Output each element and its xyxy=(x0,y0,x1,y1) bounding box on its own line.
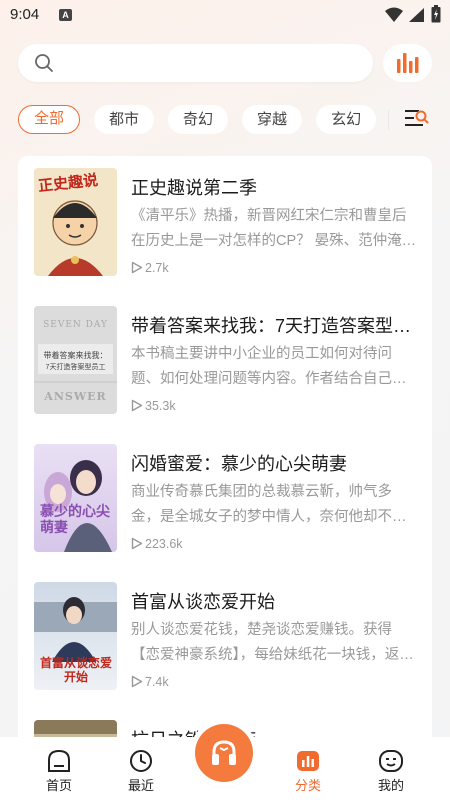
play-count: 2.7k xyxy=(131,261,169,275)
book-cover: 慕少的心尖萌妻 xyxy=(34,444,117,552)
divider xyxy=(388,110,389,130)
cover-text-top: SEVEN DAY xyxy=(43,320,108,330)
clock-icon xyxy=(130,750,152,772)
nav-recent-label: 最近 xyxy=(127,778,154,793)
play-count: 35.3k xyxy=(131,399,176,413)
nav-home-label: 首页 xyxy=(45,778,72,793)
ranking-icon xyxy=(397,53,419,73)
play-icon xyxy=(131,399,143,412)
book-title: 首富从谈恋爱开始 xyxy=(131,592,275,612)
profile-icon xyxy=(379,750,403,772)
chip-fantasy[interactable]: 奇幻 xyxy=(168,105,229,134)
notification-icon: A xyxy=(59,9,72,21)
signal-icon xyxy=(409,8,424,22)
book-cover: 首富从谈恋爱开始 xyxy=(34,582,117,690)
category-chips: 全部都市奇幻穿越玄幻历史 xyxy=(18,105,388,135)
chip-time-travel[interactable]: 穿越 xyxy=(242,105,303,134)
book-title: 正史趣说第二季 xyxy=(131,178,257,198)
chip-all[interactable]: 全部 xyxy=(18,105,81,134)
play-count: 7.4k xyxy=(131,675,169,689)
status-bar: 9:04 A xyxy=(0,0,450,30)
play-icon xyxy=(131,537,143,550)
book-item[interactable]: 首富从谈恋爱开始 首富从谈恋爱开始 别人谈恋爱花钱，楚尧谈恋爱赚钱。获得【恋爱神… xyxy=(18,570,432,700)
book-item[interactable]: SEVEN DAY 带着答案来找我： 7天打造答案型员工 ANSWER 带着答案… xyxy=(18,294,432,424)
nav-mine-label: 我的 xyxy=(377,778,404,793)
play-icon xyxy=(131,675,143,688)
headphones-icon xyxy=(212,740,236,765)
nav-category-label: 分类 xyxy=(294,778,321,793)
chip-urban[interactable]: 都市 xyxy=(94,105,155,134)
book-item[interactable]: 正史趣说 正史趣说第二季 《清平乐》热播，新晋网红宋仁宗和曹皇后在历史上是一对怎… xyxy=(18,156,432,286)
search-icon xyxy=(35,54,53,72)
play-icon xyxy=(131,261,143,274)
status-time: 9:04 xyxy=(10,6,40,23)
nav-home[interactable]: 首页 xyxy=(29,749,89,794)
play-count: 223.6k xyxy=(131,537,183,551)
book-cover: 正史趣说 xyxy=(34,168,117,276)
battery-icon xyxy=(431,5,441,23)
chip-xuanhuan[interactable]: 玄幻 xyxy=(316,105,377,134)
home-icon xyxy=(48,749,70,772)
cover-title: 慕少的心尖萌妻 xyxy=(40,504,110,536)
book-list: 正史趣说 正史趣说第二季 《清平乐》热播，新晋网红宋仁宗和曹皇后在历史上是一对怎… xyxy=(18,156,432,746)
book-title: 闪婚蜜爱：慕少的心尖萌妻 xyxy=(131,454,347,474)
category-filter-icon[interactable] xyxy=(403,108,429,130)
player-button[interactable] xyxy=(195,724,253,782)
cover-text-bottom: ANSWER xyxy=(44,390,107,403)
book-description: 别人谈恋爱花钱，楚尧谈恋爱赚钱。获得【恋爱神豪系统】，每给妹纸花一块钱，返现…… xyxy=(131,622,400,663)
cover-title: 首富从谈恋爱开始 xyxy=(39,656,112,684)
nav-category[interactable]: 分类 xyxy=(278,749,338,794)
book-title: 带着答案来找我：7天打造答案型员工 xyxy=(131,316,421,336)
book-description: 本书稿主要讲中小企业的员工如何对待问题、如何处理问题等内容。作者结合自己多年的管… xyxy=(131,346,407,387)
book-description: 《清平乐》热播，新晋网红宋仁宗和曹皇后在历史上是一对怎样的CP？ 晏殊、范仲淹、… xyxy=(131,208,417,249)
wifi-icon xyxy=(385,7,403,22)
cover-subtitle: 7天打造答案型员工 xyxy=(45,364,106,371)
category-icon xyxy=(297,751,319,771)
cover-title: 带着答案来找我： xyxy=(43,351,108,360)
book-description: 商业传奇慕氏集团的总裁慕云靳，帅气多金，是全城女子的梦中情人，奈何他却不近女色…… xyxy=(131,484,407,525)
search-input[interactable] xyxy=(18,44,373,82)
ranking-button[interactable] xyxy=(383,44,432,82)
nav-recent[interactable]: 最近 xyxy=(111,749,171,794)
book-item[interactable]: 慕少的心尖萌妻 闪婚蜜爱：慕少的心尖萌妻 商业传奇慕氏集团的总裁慕云靳，帅气多金… xyxy=(18,432,432,562)
nav-mine[interactable]: 我的 xyxy=(361,749,421,794)
book-cover: SEVEN DAY 带着答案来找我： 7天打造答案型员工 ANSWER xyxy=(34,306,117,414)
